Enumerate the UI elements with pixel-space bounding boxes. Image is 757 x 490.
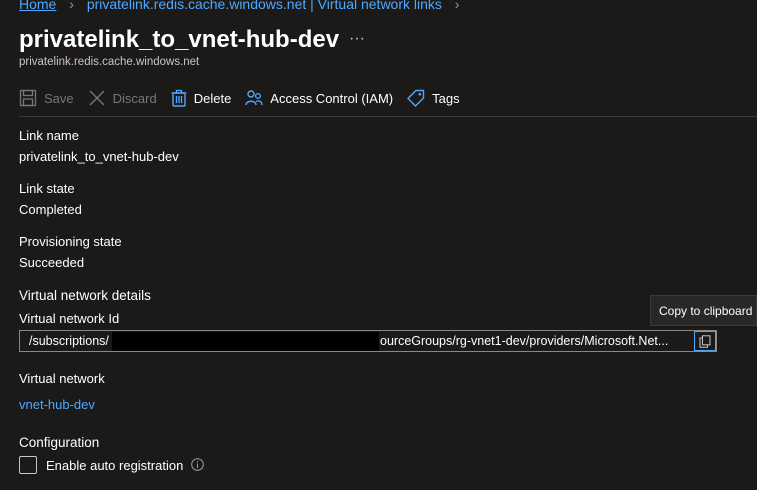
auto-registration-label: Enable auto registration	[46, 458, 184, 473]
vnet-id-prefix: /subscriptions/	[29, 334, 109, 348]
link-name-label: Link name	[19, 128, 79, 143]
toolbar-divider	[19, 116, 757, 117]
discard-button[interactable]: Discard	[88, 89, 157, 107]
vnet-id-field[interactable]: /subscriptions/ ourceGroups/rg-vnet1-dev…	[19, 330, 717, 352]
save-label: Save	[44, 90, 74, 106]
redacted-area	[112, 332, 379, 351]
vnet-id-suffix: ourceGroups/rg-vnet1-dev/providers/Micro…	[380, 334, 669, 348]
tag-icon	[407, 89, 425, 107]
link-state-label: Link state	[19, 181, 75, 196]
save-button[interactable]: Save	[19, 89, 74, 107]
tags-label: Tags	[432, 90, 460, 106]
info-icon[interactable]	[191, 458, 204, 474]
vnet-label: Virtual network	[19, 371, 105, 386]
close-icon	[89, 90, 105, 106]
link-state-value: Completed	[19, 202, 82, 217]
save-icon	[19, 89, 37, 107]
chevron-right-icon: ›	[454, 0, 460, 12]
copy-tooltip: Copy to clipboard	[650, 295, 757, 326]
delete-label: Delete	[193, 90, 232, 106]
discard-label: Discard	[112, 90, 157, 106]
access-control-button[interactable]: Access Control (IAM)	[245, 89, 393, 107]
vnet-id-label: Virtual network Id	[19, 311, 120, 326]
copy-icon	[699, 334, 711, 348]
copy-button[interactable]	[694, 331, 716, 351]
command-bar: Save Discard Delete Access Control (IAM)…	[19, 87, 474, 109]
more-options-button[interactable]: ···	[349, 30, 365, 48]
breadcrumb-dns-zone-link[interactable]: privatelink.redis.cache.windows.net | Vi…	[87, 0, 442, 12]
trash-icon	[171, 89, 187, 107]
chevron-right-icon: ›	[69, 0, 74, 12]
vnet-details-heading: Virtual network details	[19, 288, 151, 303]
auto-registration-checkbox[interactable]	[19, 456, 37, 474]
breadcrumb: Home › privatelink.redis.cache.windows.n…	[19, 0, 468, 12]
access-control-label: Access Control (IAM)	[270, 90, 394, 106]
delete-button[interactable]: Delete	[171, 89, 232, 107]
breadcrumb-home-link[interactable]: Home	[19, 0, 56, 12]
page-subtitle: privatelink.redis.cache.windows.net	[19, 56, 200, 68]
link-name-value: privatelink_to_vnet-hub-dev	[19, 149, 179, 164]
users-icon	[245, 90, 263, 106]
vnet-link[interactable]: vnet-hub-dev	[19, 397, 95, 412]
configuration-heading: Configuration	[19, 435, 100, 450]
provisioning-state-value: Succeeded	[19, 255, 85, 270]
tags-button[interactable]: Tags	[407, 89, 460, 107]
provisioning-state-label: Provisioning state	[19, 234, 122, 249]
page-title: privatelink_to_vnet-hub-dev	[19, 26, 340, 53]
